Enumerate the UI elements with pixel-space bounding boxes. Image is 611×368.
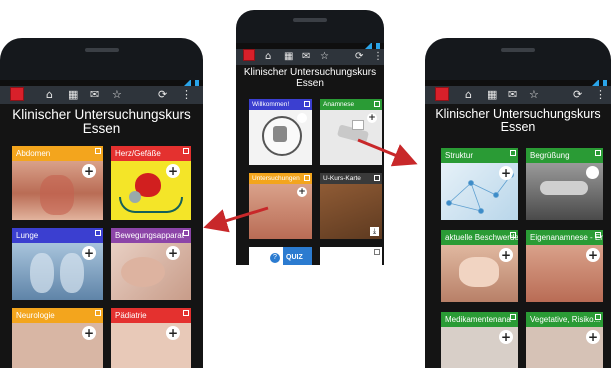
arrow-to-left [203,206,269,233]
flow-arrows [203,138,418,233]
arrow-to-right [357,138,418,167]
